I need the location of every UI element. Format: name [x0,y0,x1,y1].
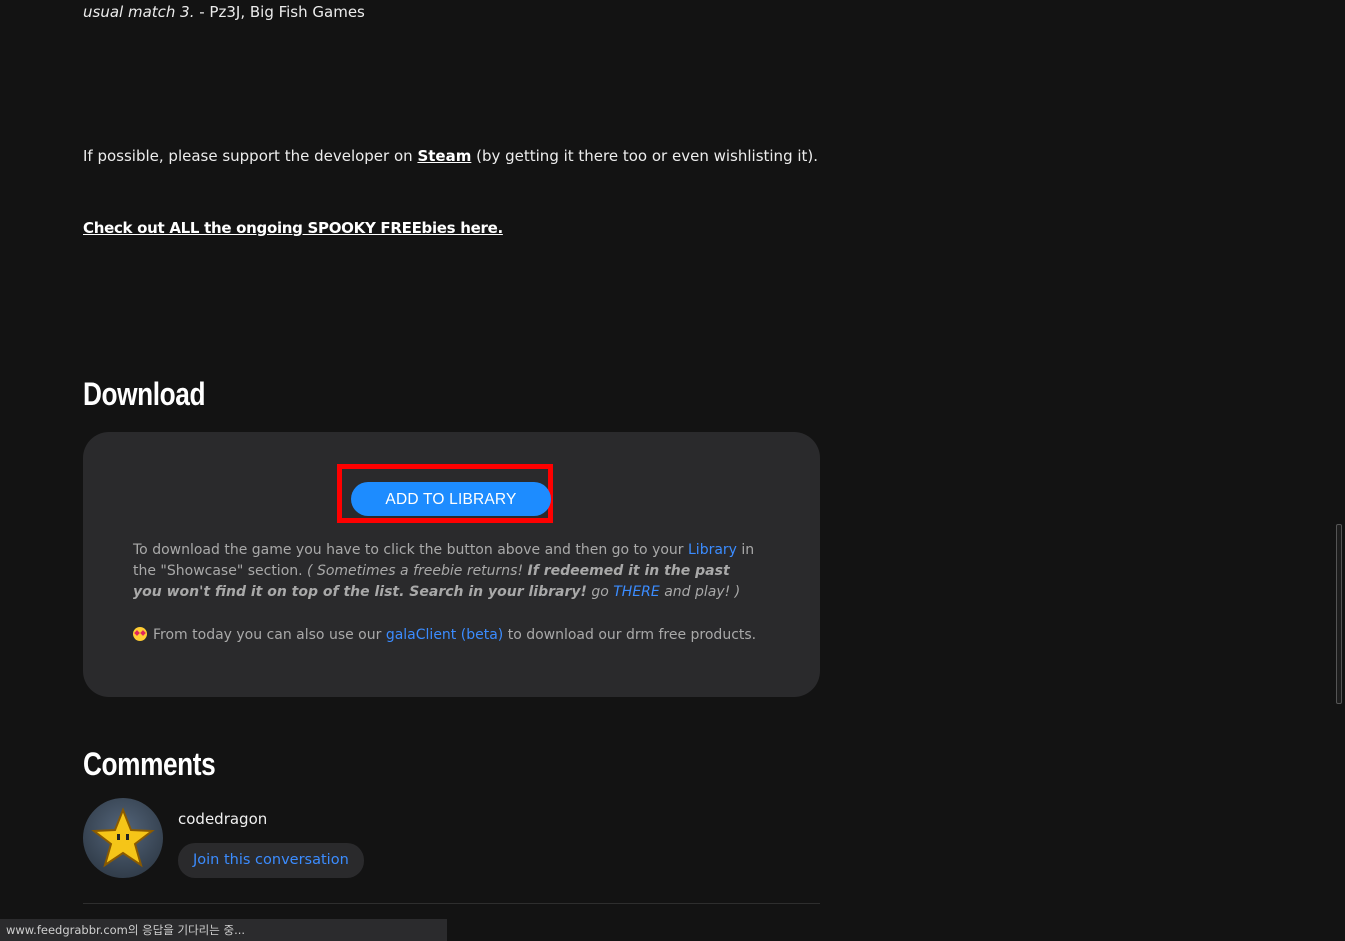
galaclient-note: From today you can also use our galaClie… [133,625,763,646]
support-suffix: (by getting it there too or even wishlis… [471,147,819,165]
add-to-library-button[interactable]: ADD TO LIBRARY [351,482,551,516]
star-struck-emoji-icon [133,627,147,641]
comment-username: codedragon [178,810,268,828]
comments-divider [83,903,820,904]
instructions-italic-a: ( Sometimes a freebie returns! [307,563,528,579]
star-avatar-icon [91,807,155,868]
page: usual match 3. - Pz3J, Big Fish Games If… [0,0,1345,941]
quote-attribution: - Pz3J, Big Fish Games [194,3,365,21]
browser-status-bar: www.feedgrabbr.com의 응답을 기다리는 중... [0,919,447,941]
instructions-prefix: To download the game you have to click t… [133,542,688,558]
download-instructions: To download the game you have to click t… [133,540,763,603]
scrollbar-thumb[interactable] [1336,524,1342,704]
download-heading: Download [83,376,206,412]
download-panel: ADD TO LIBRARY To download the game you … [83,432,820,697]
scrollbar[interactable] [1335,0,1345,941]
library-link[interactable]: Library [688,542,737,558]
steam-link[interactable]: Steam [417,147,471,165]
avatar[interactable] [83,798,163,878]
galaclient-link[interactable]: galaClient (beta) [386,627,503,643]
comments-heading: Comments [83,746,216,782]
support-prefix: If possible, please support the develope… [83,147,418,165]
client-prefix: From today you can also use our [153,627,386,643]
client-suffix: to download our drm free products. [503,627,757,643]
instructions-italic-b: go [586,584,614,600]
instructions-italic-c: and play! ) [659,584,741,600]
spooky-freebies-link[interactable]: Check out ALL the ongoing SPOOKY FREEbie… [83,219,503,237]
join-conversation-button[interactable]: Join this conversation [178,843,364,878]
quote-italic: usual match 3. [83,3,195,21]
review-quote: usual match 3. - Pz3J, Big Fish Games [83,3,365,21]
support-developer-text: If possible, please support the develope… [83,147,818,165]
there-link[interactable]: THERE [613,584,660,600]
